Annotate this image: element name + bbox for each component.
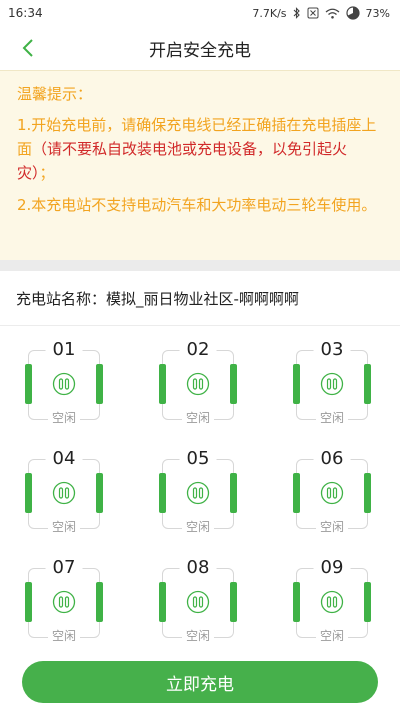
page-title: 开启安全充电	[149, 40, 251, 61]
tip-1-end: ；	[39, 164, 55, 182]
port-bar-right	[230, 582, 237, 622]
section-divider	[0, 260, 400, 271]
port-status: 空闲	[315, 628, 349, 644]
nav-bar: 开启安全充电	[0, 26, 400, 70]
back-button[interactable]	[14, 34, 42, 62]
port-grid: 01 空闲 02 空闲 03 空闲 04 空闲 05 空闲 06 空闲 07 空闲 08 空闲 09 空闲	[0, 326, 400, 654]
port-bar-left	[25, 582, 32, 622]
tip-item-1: 1.开始充电前，请确保充电线已经正确插在充电插座上面（请不要私自改装电池或充电设…	[17, 113, 383, 185]
charging-port-03[interactable]: 03 空闲	[290, 340, 374, 440]
tip-1-warning: （请不要私自改装电池或充电设备，以免引起火灾）	[17, 140, 348, 182]
socket-icon	[52, 590, 76, 614]
start-charging-button[interactable]: 立即充电	[22, 661, 378, 703]
port-status: 空闲	[181, 519, 215, 535]
tips-panel: 温馨提示： 1.开始充电前，请确保充电线已经正确插在充电插座上面（请不要私自改装…	[0, 70, 400, 260]
port-number: 04	[45, 449, 83, 469]
sim-off-icon	[307, 7, 319, 19]
port-bar-right	[96, 364, 103, 404]
port-bar-right	[364, 473, 371, 513]
port-bar-right	[96, 473, 103, 513]
port-bar-right	[96, 582, 103, 622]
socket-icon	[320, 590, 344, 614]
port-bar-right	[230, 364, 237, 404]
station-label: 充电站名称：	[16, 289, 107, 308]
tip-item-2: 2.本充电站不支持电动汽车和大功率电动三轮车使用。	[17, 196, 377, 214]
socket-icon	[186, 481, 210, 505]
wifi-icon	[325, 8, 340, 19]
charging-port-07[interactable]: 07 空闲	[22, 558, 106, 658]
port-status: 空闲	[315, 410, 349, 426]
port-bar-left	[159, 473, 166, 513]
station-name: 模拟_丽日物业社区-啊啊啊啊	[106, 289, 299, 308]
port-bar-right	[364, 364, 371, 404]
port-bar-right	[230, 473, 237, 513]
status-time: 16:34	[8, 6, 43, 20]
port-number: 01	[45, 340, 83, 360]
port-number: 07	[45, 558, 83, 578]
port-bar-right	[364, 582, 371, 622]
socket-icon	[320, 372, 344, 396]
socket-icon	[186, 590, 210, 614]
tips-title: 温馨提示：	[17, 85, 93, 103]
port-number: 08	[179, 558, 217, 578]
battery-icon	[345, 6, 360, 20]
port-bar-left	[159, 582, 166, 622]
station-info: 充电站名称： 模拟_丽日物业社区-啊啊啊啊	[0, 271, 400, 326]
charging-port-06[interactable]: 06 空闲	[290, 449, 374, 549]
socket-icon	[52, 372, 76, 396]
port-number: 03	[313, 340, 351, 360]
port-number: 09	[313, 558, 351, 578]
battery-percent: 73%	[365, 6, 390, 20]
chevron-left-icon	[22, 39, 33, 57]
socket-icon	[52, 481, 76, 505]
port-status: 空闲	[47, 628, 81, 644]
port-number: 02	[179, 340, 217, 360]
status-bar: 16:34 7.7K/s 73%	[0, 0, 400, 26]
port-bar-left	[159, 364, 166, 404]
port-status: 空闲	[181, 410, 215, 426]
port-status: 空闲	[47, 519, 81, 535]
charging-port-05[interactable]: 05 空闲	[156, 449, 240, 549]
charging-port-04[interactable]: 04 空闲	[22, 449, 106, 549]
charging-port-08[interactable]: 08 空闲	[156, 558, 240, 658]
socket-icon	[186, 372, 210, 396]
port-number: 05	[179, 449, 217, 469]
socket-icon	[320, 481, 344, 505]
port-bar-left	[293, 582, 300, 622]
bluetooth-icon	[293, 7, 301, 19]
port-number: 06	[313, 449, 351, 469]
charging-port-02[interactable]: 02 空闲	[156, 340, 240, 440]
port-bar-left	[293, 364, 300, 404]
port-bar-left	[293, 473, 300, 513]
port-status: 空闲	[315, 519, 349, 535]
port-status: 空闲	[181, 628, 215, 644]
status-indicators: 7.7K/s 73%	[252, 6, 390, 20]
charging-port-01[interactable]: 01 空闲	[22, 340, 106, 440]
charging-port-09[interactable]: 09 空闲	[290, 558, 374, 658]
port-bar-left	[25, 364, 32, 404]
port-status: 空闲	[47, 410, 81, 426]
port-bar-left	[25, 473, 32, 513]
net-speed: 7.7K/s	[252, 6, 287, 20]
